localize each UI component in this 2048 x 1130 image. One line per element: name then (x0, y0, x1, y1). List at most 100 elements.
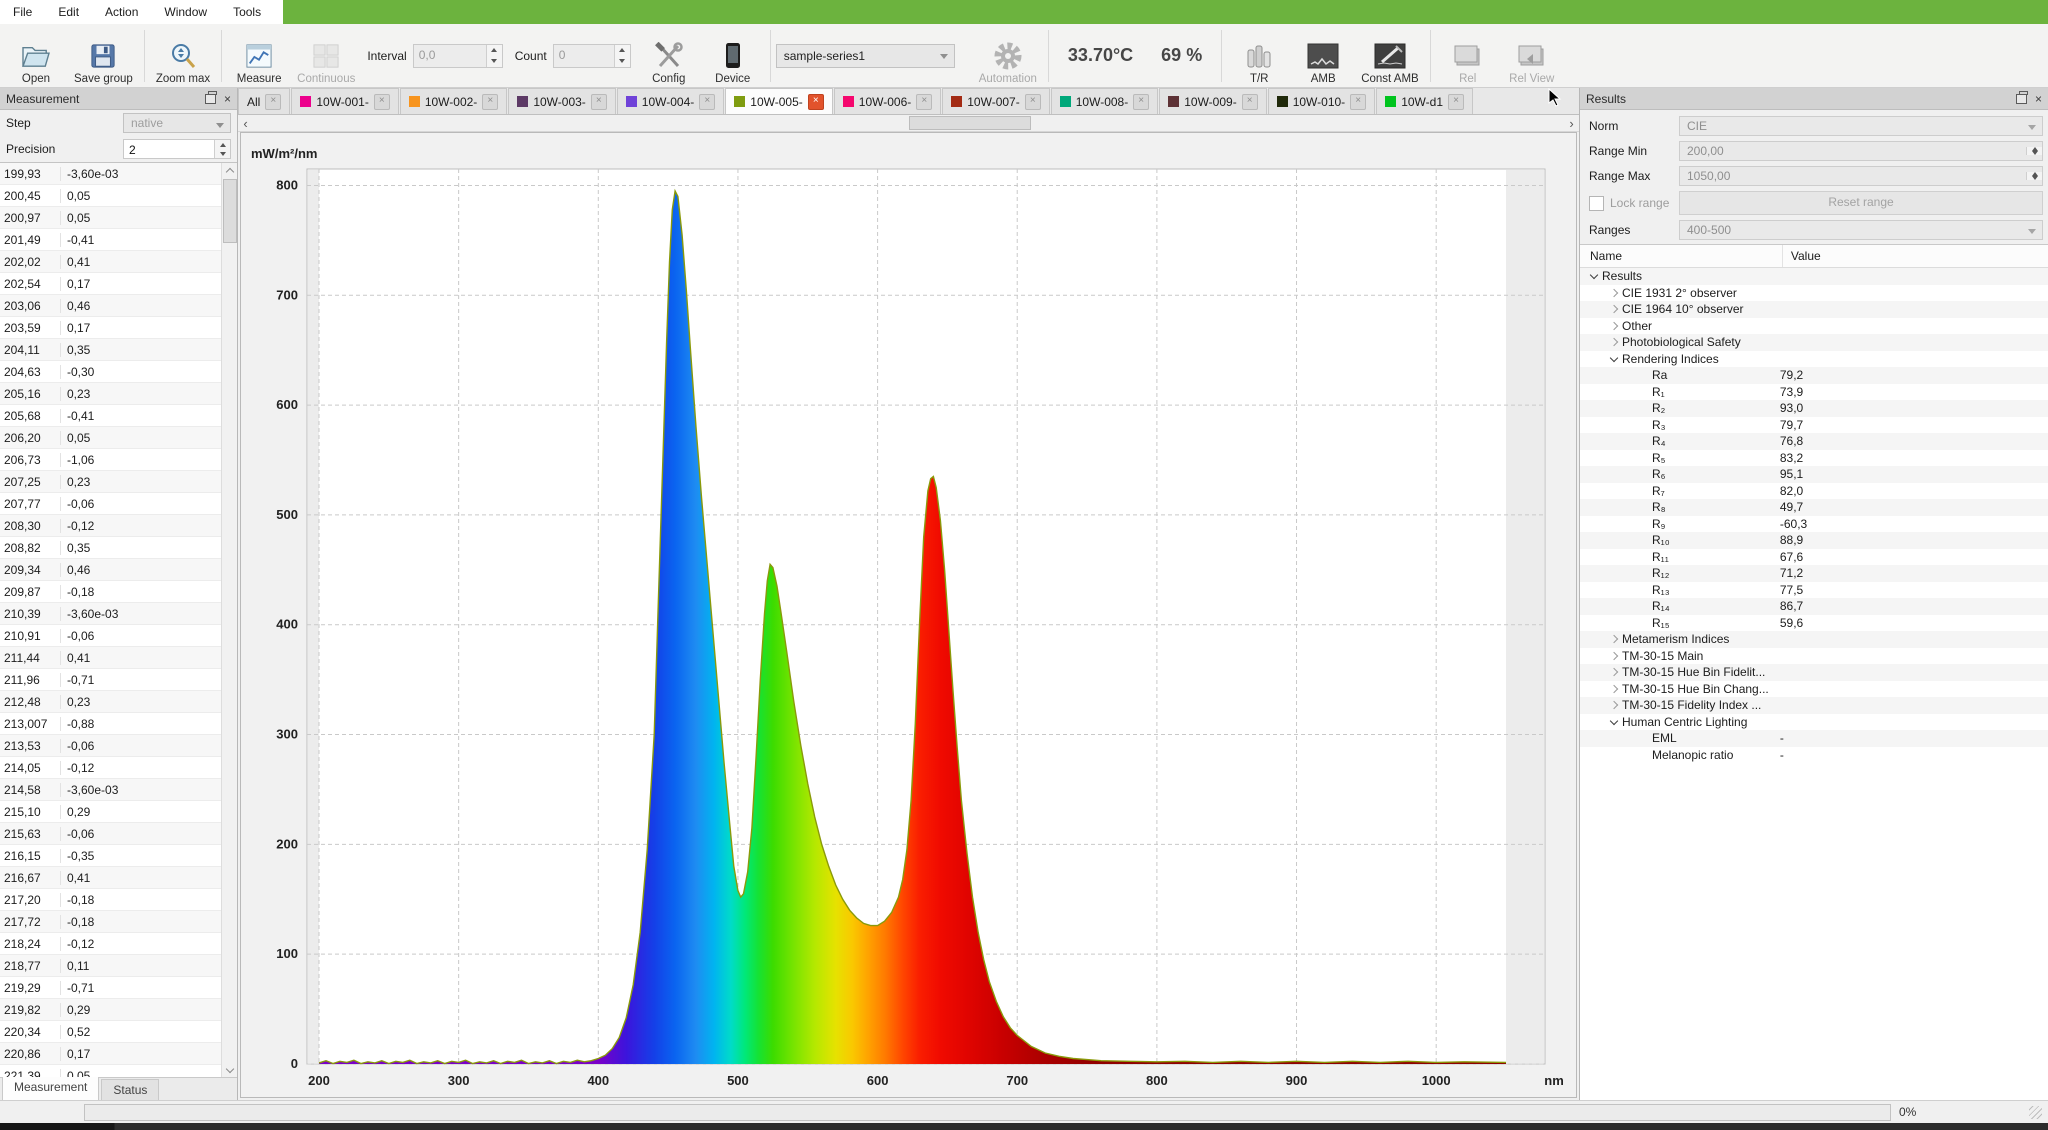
tr-button[interactable]: T/R (1227, 25, 1291, 87)
scroll-down-icon[interactable] (222, 1062, 237, 1077)
ranges-select[interactable]: 400-500 (1679, 220, 2043, 240)
measurement-row[interactable]: 207,77 -0,06 (0, 493, 222, 515)
tab-close-icon[interactable]: × (482, 94, 498, 110)
menu-item[interactable]: File (0, 0, 45, 24)
device-button[interactable]: Device (701, 25, 765, 87)
tree-row[interactable]: TM-30-15 Hue Bin Chang... (1580, 681, 2048, 698)
measurement-row[interactable]: 212,48 0,23 (0, 691, 222, 713)
series-tab[interactable]: 10W-010- × (1268, 88, 1375, 114)
tree-row[interactable]: R₇ 82,0 (1580, 483, 2048, 500)
series-tab[interactable]: 10W-009- × (1159, 88, 1266, 114)
tree-row[interactable]: R₅ 83,2 (1580, 450, 2048, 467)
const-amb-button[interactable]: Const AMB (1355, 25, 1425, 87)
tree-expander-icon[interactable] (1606, 653, 1622, 659)
measurement-row[interactable]: 215,63 -0,06 (0, 823, 222, 845)
range-min-stepper[interactable] (2026, 147, 2042, 155)
measurement-row[interactable]: 206,20 0,05 (0, 427, 222, 449)
range-max-input[interactable]: 1050,00 (1679, 166, 2043, 186)
tree-expander-icon[interactable] (1606, 290, 1622, 296)
measurement-row[interactable]: 203,06 0,46 (0, 295, 222, 317)
tree-row[interactable]: Ra 79,2 (1580, 367, 2048, 384)
measurement-row[interactable]: 213,007 -0,88 (0, 713, 222, 735)
continuous-button[interactable]: Continuous (291, 25, 361, 87)
tree-row[interactable]: R₆ 95,1 (1580, 466, 2048, 483)
tab-close-icon[interactable]: × (1242, 94, 1258, 110)
interval-input[interactable]: 0,0 (413, 44, 503, 68)
undock-icon[interactable] (205, 94, 216, 104)
measurement-row[interactable]: 213,53 -0,06 (0, 735, 222, 757)
measurement-row[interactable]: 202,54 0,17 (0, 273, 222, 295)
config-button[interactable]: Config (637, 25, 701, 87)
step-select[interactable]: native (123, 113, 231, 133)
tree-row[interactable]: R₂ 93,0 (1580, 400, 2048, 417)
tree-row[interactable]: R₁₁ 67,6 (1580, 549, 2048, 566)
scroll-up-icon[interactable] (222, 163, 237, 178)
series-tab[interactable]: 10W-002- × (400, 88, 507, 114)
measurement-row[interactable]: 214,05 -0,12 (0, 757, 222, 779)
series-tab[interactable]: 10W-007- × (942, 88, 1049, 114)
tab-close-icon[interactable]: × (374, 94, 390, 110)
tree-row[interactable]: R₈ 49,7 (1580, 499, 2048, 516)
measurement-row[interactable]: 216,15 -0,35 (0, 845, 222, 867)
count-stepper[interactable] (614, 45, 630, 67)
norm-select[interactable]: CIE (1679, 116, 2043, 136)
measurement-row[interactable]: 219,29 -0,71 (0, 977, 222, 999)
tree-row[interactable]: Human Centric Lighting (1580, 714, 2048, 731)
tree-row[interactable]: R₃ 79,7 (1580, 417, 2048, 434)
tree-row[interactable]: R₁₂ 71,2 (1580, 565, 2048, 582)
measurement-row[interactable]: 210,91 -0,06 (0, 625, 222, 647)
rel-button[interactable]: Rel (1436, 25, 1500, 87)
tree-expander-icon[interactable] (1606, 323, 1622, 329)
undock-icon[interactable] (2016, 94, 2027, 104)
count-input[interactable]: 0 (553, 44, 631, 68)
tab-close-icon[interactable]: × (1350, 94, 1366, 110)
panel-bottom-tab[interactable]: Measurement (2, 1076, 99, 1100)
series-tab[interactable]: All × (238, 88, 290, 114)
measurement-table-scrollbar[interactable] (221, 163, 237, 1077)
tree-expander-icon[interactable] (1606, 669, 1622, 675)
tree-row[interactable]: R₁₀ 88,9 (1580, 532, 2048, 549)
measurement-row[interactable]: 216,67 0,41 (0, 867, 222, 889)
precision-input[interactable]: 2 (123, 139, 231, 159)
tree-expander-icon[interactable] (1606, 357, 1622, 361)
measurement-row[interactable]: 211,96 -0,71 (0, 669, 222, 691)
series-tab[interactable]: 10W-001- × (291, 88, 398, 114)
measurement-row[interactable]: 205,16 0,23 (0, 383, 222, 405)
series-tab[interactable]: 10W-003- × (508, 88, 615, 114)
measurement-row[interactable]: 209,34 0,46 (0, 559, 222, 581)
zoom-max-button[interactable]: Zoom max (150, 25, 216, 87)
measurement-row[interactable]: 202,02 0,41 (0, 251, 222, 273)
tree-row[interactable]: Photobiological Safety (1580, 334, 2048, 351)
amb-button[interactable]: AMB (1291, 25, 1355, 87)
tree-row[interactable]: R₁₅ 59,6 (1580, 615, 2048, 632)
tree-row[interactable]: Rendering Indices (1580, 351, 2048, 368)
lock-range-checkbox[interactable] (1589, 196, 1604, 211)
measurement-row[interactable]: 200,45 0,05 (0, 185, 222, 207)
scroll-left-icon[interactable]: ‹ (238, 115, 253, 131)
spectrum-chart[interactable]: 0100200300400500600700800200300400500600… (240, 132, 1577, 1098)
measurement-row[interactable]: 203,59 0,17 (0, 317, 222, 339)
tree-row[interactable]: Melanopic ratio - (1580, 747, 2048, 764)
measurement-row[interactable]: 204,11 0,35 (0, 339, 222, 361)
tree-expander-icon[interactable] (1606, 339, 1622, 345)
lock-range-control[interactable]: Lock range (1585, 196, 1675, 211)
tab-close-icon[interactable]: × (1448, 94, 1464, 110)
tree-expander-icon[interactable] (1586, 274, 1602, 278)
tab-close-icon[interactable]: × (916, 94, 932, 110)
series-tab[interactable]: 10W-005- × (725, 88, 832, 114)
resize-grip[interactable] (2029, 1106, 2042, 1119)
scrollbar-thumb[interactable] (223, 179, 237, 243)
reset-range-button[interactable]: Reset range (1679, 191, 2043, 215)
tree-expander-icon[interactable] (1606, 636, 1622, 642)
tree-row[interactable]: R₄ 76,8 (1580, 433, 2048, 450)
menu-item[interactable]: Action (92, 0, 151, 24)
measurement-row[interactable]: 206,73 -1,06 (0, 449, 222, 471)
close-icon[interactable]: × (224, 94, 231, 104)
name-column-header[interactable]: Name (1580, 245, 1783, 267)
tree-expander-icon[interactable] (1606, 702, 1622, 708)
tab-close-icon[interactable]: × (1133, 94, 1149, 110)
tree-row[interactable]: CIE 1964 10° observer (1580, 301, 2048, 318)
open-button[interactable]: Open (4, 25, 68, 87)
precision-stepper[interactable] (214, 140, 230, 158)
series-selector[interactable]: sample-series1 (776, 44, 955, 68)
